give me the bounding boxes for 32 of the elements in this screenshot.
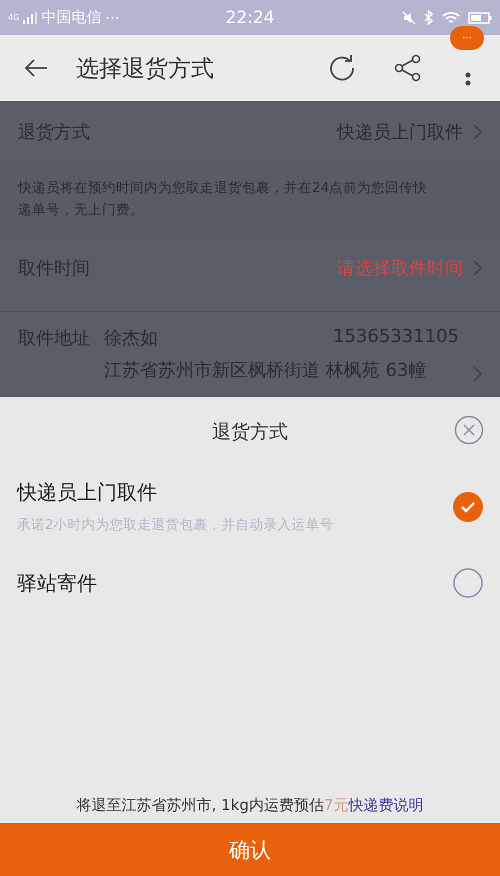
more-menu-icon[interactable] bbox=[465, 72, 471, 86]
close-button[interactable] bbox=[454, 415, 484, 445]
option-title: 驿站寄件 bbox=[17, 570, 97, 596]
clock: 22:24 bbox=[226, 8, 274, 28]
selected-check-icon[interactable] bbox=[453, 492, 483, 522]
share-icon bbox=[394, 54, 422, 82]
radio-icon[interactable] bbox=[453, 568, 483, 598]
mute-icon bbox=[402, 10, 416, 24]
refresh-button[interactable] bbox=[328, 54, 356, 82]
option-title: 快递员上门取件 bbox=[17, 479, 158, 506]
close-icon bbox=[454, 415, 484, 445]
bluetooth-icon bbox=[424, 10, 434, 25]
field-value: 请选择取件时间 bbox=[336, 257, 463, 280]
back-button[interactable] bbox=[24, 59, 48, 77]
fee-info-link[interactable]: 快递费说明 bbox=[348, 796, 424, 814]
refresh-icon bbox=[328, 54, 356, 82]
chevron-icon bbox=[473, 124, 482, 140]
network-label: 4G bbox=[8, 13, 20, 22]
shipping-fee-note: 将退至江苏省苏州市, 1kg内运费预估7元快递费说明 bbox=[76, 796, 424, 815]
carrier-name: 中国电信 bbox=[41, 8, 102, 27]
more-dots: ··· bbox=[105, 8, 120, 26]
option-row[interactable]: 驿站寄件 bbox=[0, 546, 500, 620]
share-button[interactable] bbox=[394, 54, 422, 82]
chevron-icon bbox=[473, 260, 482, 276]
chevron-icon bbox=[473, 366, 482, 382]
back-arrow-icon bbox=[24, 59, 48, 77]
sheet-title: 退货方式 bbox=[212, 420, 288, 445]
battery-icon bbox=[468, 12, 492, 24]
signal-icon bbox=[23, 12, 38, 24]
wifi-icon bbox=[442, 10, 460, 24]
message-badge: ··· bbox=[450, 26, 484, 50]
page-title: 选择退货方式 bbox=[76, 54, 215, 84]
